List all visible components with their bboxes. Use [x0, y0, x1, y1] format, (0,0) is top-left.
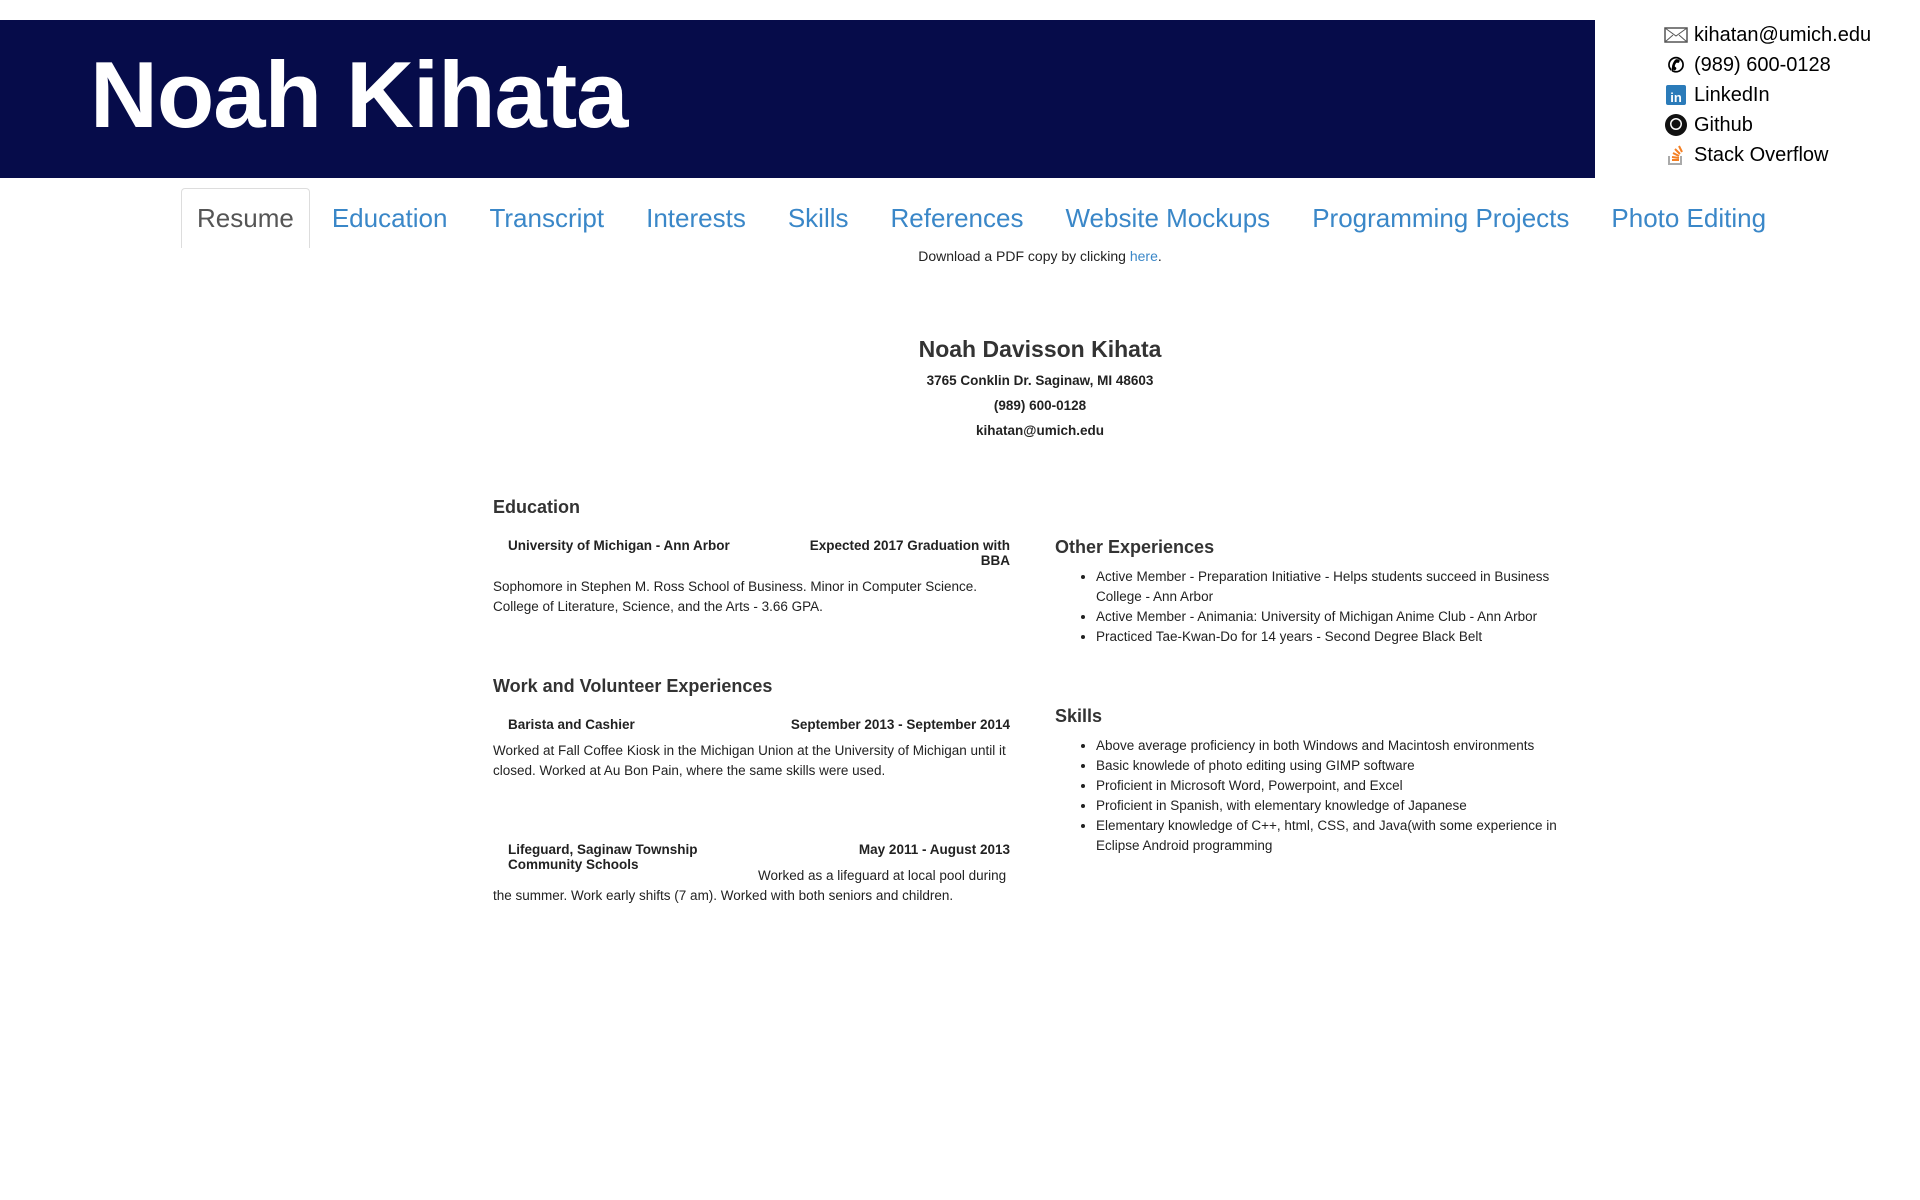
resume-phone: (989) 600-0128 — [993, 398, 1087, 413]
skills-list: Above average proficiency in both Window… — [1078, 736, 1588, 856]
contact-github[interactable]: Github — [1662, 110, 1871, 140]
tab-references[interactable]: References — [871, 188, 1044, 248]
github-icon — [1662, 113, 1690, 137]
contact-stackoverflow[interactable]: Stack Overflow — [1662, 140, 1871, 170]
education-row: University of Michigan - Ann Arbor Expect… — [508, 538, 1010, 568]
list-item: Active Member - Preparation Initiative -… — [1096, 567, 1588, 607]
work-heading: Work and Volunteer Experiences — [493, 676, 773, 696]
nav-tabs: Resume Education Transcript Interests Sk… — [181, 188, 1788, 248]
mail-icon — [1662, 23, 1690, 47]
list-item: Practiced Tae-Kwan-Do for 14 years - Sec… — [1096, 627, 1588, 647]
tab-interests[interactable]: Interests — [626, 188, 766, 248]
stackoverflow-icon — [1662, 143, 1690, 167]
tab-photo-editing[interactable]: Photo Editing — [1591, 188, 1786, 248]
skills-heading: Skills — [1055, 706, 1103, 726]
download-pdf-link[interactable]: here — [1130, 248, 1158, 264]
job-desc: Worked at Fall Coffee Kiosk in the Michi… — [493, 743, 1006, 778]
linkedin-icon: in — [1662, 83, 1690, 107]
list-item: Proficient in Spanish, with elementary k… — [1096, 796, 1588, 816]
contact-links: kihatan@umich.edu ✆ (989) 600-0128 in Link… — [1662, 20, 1871, 170]
list-item: Active Member - Animania: University of … — [1096, 607, 1588, 627]
site-title: Noah Kihata — [90, 42, 628, 147]
tab-education[interactable]: Education — [312, 188, 468, 248]
other-experiences-list: Active Member - Preparation Initiative -… — [1078, 567, 1588, 647]
contact-phone[interactable]: ✆ (989) 600-0128 — [1662, 50, 1871, 80]
phone-icon: ✆ — [1667, 54, 1685, 77]
tab-transcript[interactable]: Transcript — [469, 188, 624, 248]
resume-address: 3765 Conklin Dr. Saginaw, MI 48603 — [926, 373, 1154, 388]
tab-resume[interactable]: Resume — [181, 188, 310, 248]
education-heading: Education — [493, 497, 581, 517]
contact-linkedin[interactable]: in LinkedIn — [1662, 80, 1871, 110]
resume-email: kihatan@umich.edu — [976, 423, 1104, 438]
tab-website-mockups[interactable]: Website Mockups — [1045, 188, 1290, 248]
resume-name: Noah Davisson Kihata — [918, 336, 1162, 362]
tab-programming-projects[interactable]: Programming Projects — [1292, 188, 1589, 248]
job-desc: Worked as a lifeguard at local pool duri… — [493, 868, 1007, 903]
contact-email[interactable]: kihatan@umich.edu — [1662, 20, 1871, 50]
other-experiences-heading: Other Experiences — [1055, 537, 1215, 557]
download-note: Download a PDF copy by clicking here. — [918, 248, 1162, 264]
list-item: Basic knowlede of photo editing using GI… — [1096, 756, 1588, 776]
list-item: Elementary knowledge of C++, html, CSS, … — [1096, 816, 1588, 856]
list-item: Proficient in Microsoft Word, Powerpoint… — [1096, 776, 1588, 796]
job-row: Barista and Cashier September 2013 - Sept… — [508, 717, 1010, 732]
list-item: Above average proficiency in both Window… — [1096, 736, 1588, 756]
tab-skills[interactable]: Skills — [768, 188, 869, 248]
education-desc: Sophomore in Stephen M. Ross School of B… — [493, 579, 977, 614]
header-banner: Noah Kihata — [0, 20, 1595, 178]
